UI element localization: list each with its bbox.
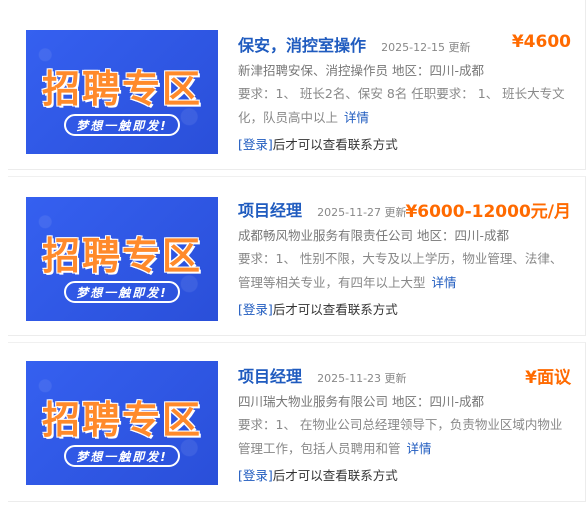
job-title-row: 保安，消控室操作 2025-12-15 更新 ¥4600 — [238, 32, 571, 58]
job-card: 招聘专区 梦想一触即发! 项目经理 2025-11-27 更新 ¥6000-12… — [8, 176, 586, 336]
update-date: 2025-11-27 更新 — [317, 206, 407, 219]
job-card: 招聘专区 梦想一触即发! 保安，消控室操作 2025-12-15 更新 ¥460… — [8, 0, 586, 170]
banner-title: 招聘专区 — [41, 398, 202, 442]
recruitment-banner-image[interactable]: 招聘专区 梦想一触即发! — [26, 197, 218, 321]
requirement-text: 要求：1、 班长2名、保安 8名 任职要求： 1、 班长大专文化，队员高中以上 — [238, 86, 565, 125]
job-list: 招聘专区 梦想一触即发! 保安，消控室操作 2025-12-15 更新 ¥460… — [0, 0, 588, 506]
job-info: 保安，消控室操作 2025-12-15 更新 ¥4600 新津招聘安保、消控操作… — [238, 32, 571, 156]
company-region: 四川瑞大物业服务有限公司 地区：四川-成都 — [238, 394, 484, 409]
job-info: 项目经理 2025-11-23 更新 ¥面议 四川瑞大物业服务有限公司 地区：四… — [238, 363, 571, 487]
login-suffix: 后才可以查看联系方式 — [272, 468, 398, 483]
job-card: 招聘专区 梦想一触即发! 项目经理 2025-11-23 更新 ¥面议 四川瑞大… — [8, 342, 586, 502]
login-link[interactable]: [登录] — [238, 137, 273, 152]
job-requirement: 要求：1、 性别不限，大专及以上学历，物业管理、法律、管理等相关专业，有四年以上… — [238, 247, 571, 295]
job-info: 项目经理 2025-11-27 更新 ¥6000-12000元/月 成都畅风物业… — [238, 197, 571, 321]
login-suffix: 后才可以查看联系方式 — [272, 302, 398, 317]
login-link[interactable]: [登录] — [238, 302, 273, 317]
update-date: 2025-11-23 更新 — [317, 372, 407, 385]
login-prompt: [登录]后才可以查看联系方式 — [238, 299, 571, 321]
job-title-row: 项目经理 2025-11-27 更新 ¥6000-12000元/月 — [238, 197, 571, 223]
job-requirement: 要求：1、 班长2名、保安 8名 任职要求： 1、 班长大专文化，队员高中以上详… — [238, 82, 571, 130]
recruitment-banner-image[interactable]: 招聘专区 梦想一触即发! — [26, 30, 218, 154]
detail-link[interactable]: 详情 — [432, 275, 457, 290]
salary: ¥4600 — [511, 32, 571, 52]
job-title-row: 项目经理 2025-11-23 更新 ¥面议 — [238, 363, 571, 389]
company-region: 成都畅风物业服务有限责任公司 地区：四川-成都 — [238, 228, 509, 243]
login-prompt: [登录]后才可以查看联系方式 — [238, 134, 571, 156]
login-link[interactable]: [登录] — [238, 468, 273, 483]
job-requirement: 要求：1、 在物业公司总经理领导下，负责物业区域内物业管理工作，包括人员聘用和管… — [238, 413, 571, 461]
job-title-link[interactable]: 项目经理 — [238, 367, 302, 386]
update-date: 2025-12-15 更新 — [381, 41, 471, 54]
company-region: 新津招聘安保、消控操作员 地区：四川-成都 — [238, 63, 484, 78]
detail-link[interactable]: 详情 — [344, 110, 369, 125]
login-prompt: [登录]后才可以查看联系方式 — [238, 465, 571, 487]
salary: ¥面议 — [525, 368, 571, 388]
recruitment-banner-image[interactable]: 招聘专区 梦想一触即发! — [26, 361, 218, 485]
banner-slogan: 梦想一触即发! — [64, 281, 180, 303]
banner-slogan: 梦想一触即发! — [64, 445, 180, 467]
salary: ¥6000-12000元/月 — [405, 202, 571, 222]
login-suffix: 后才可以查看联系方式 — [272, 137, 398, 152]
requirement-text: 要求：1、 性别不限，大专及以上学历，物业管理、法律、管理等相关专业，有四年以上… — [238, 251, 563, 290]
banner-slogan: 梦想一触即发! — [64, 114, 180, 136]
job-title-link[interactable]: 保安，消控室操作 — [238, 36, 366, 55]
banner-title: 招聘专区 — [41, 234, 202, 278]
detail-link[interactable]: 详情 — [407, 441, 432, 456]
job-title-link[interactable]: 项目经理 — [238, 201, 302, 220]
requirement-text: 要求：1、 在物业公司总经理领导下，负责物业区域内物业管理工作，包括人员聘用和管 — [238, 417, 563, 456]
banner-title: 招聘专区 — [41, 67, 202, 111]
